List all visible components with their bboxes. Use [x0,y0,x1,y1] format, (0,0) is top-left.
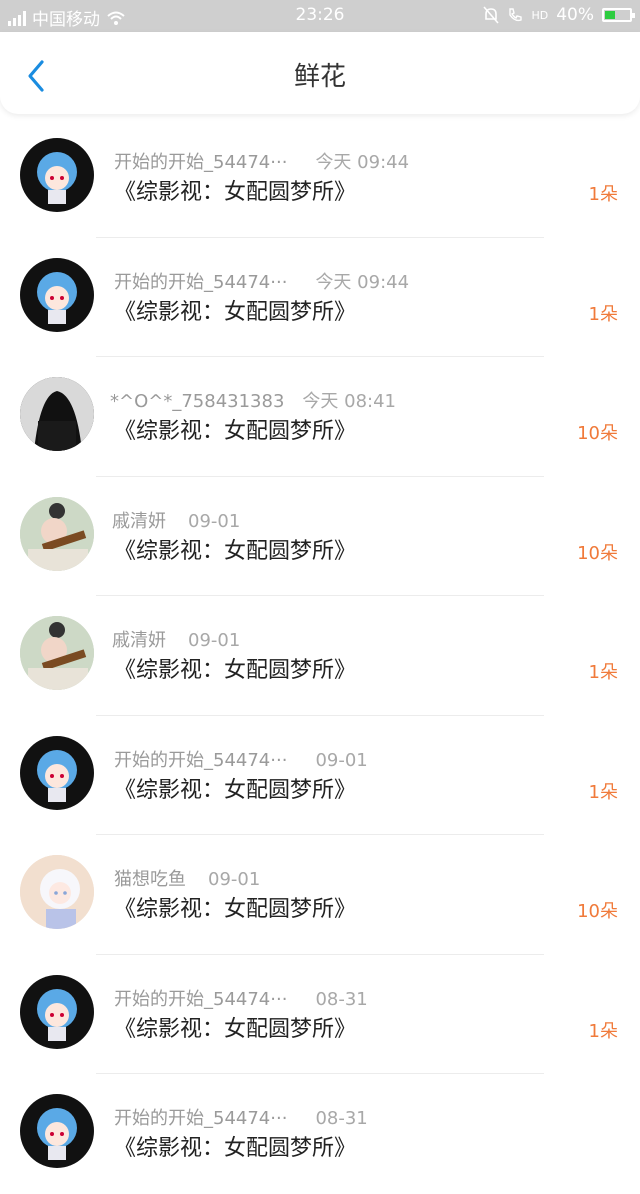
anime-girl-avatar[interactable] [20,138,94,212]
sent-date: 今天 09:44 [315,152,410,173]
flower-count: 1朵 [588,1020,618,1042]
book-title: 《综影视：女配圆梦所》 [114,538,357,564]
battery-label: 40% [556,5,594,25]
anime-girl-avatar[interactable] [20,1094,94,1168]
sent-date: 今天 08:41 [302,391,397,412]
book-title: 《综影视：女配圆梦所》 [114,897,357,922]
book-title: 《综影视：女配圆梦所》 [114,1016,357,1042]
flower-count: 10朵 [577,542,618,564]
flower-list: 开始的开始_54474··· 今天 09:44 《综影视：女配圆梦所》 1朵 开始… [0,118,640,1194]
book-title: 《综影视：女配圆梦所》 [114,658,357,683]
sender-name: 开始的开始_54474··· 今天 09:44 [114,152,410,173]
book-title: 《综影视：女配圆梦所》 [114,180,357,205]
sender-name: 开始的开始_54474··· 今天 09:44 [114,271,410,293]
list-item[interactable]: 戚清妍 09-01 《综影视：女配圆梦所》 1朵 [0,596,640,716]
sent-date: 09-01 [188,630,241,651]
sent-date: 09-01 [188,510,241,532]
sender-name: 开始的开始_54474··· 09-01 [114,749,368,771]
violin-girl-avatar[interactable] [20,616,94,690]
sent-date: 08-31 [315,988,368,1010]
list-item[interactable]: 猫想吃鱼 09-01 《综影视：女配圆梦所》 10朵 [0,835,640,955]
dark-haired-girl-avatar[interactable] [20,377,94,451]
violin-girl-avatar[interactable] [20,496,94,571]
book-title: 《综影视：女配圆梦所》 [114,299,357,325]
phone-icon [509,8,523,22]
book-title: 《综影视：女配圆梦所》 [114,419,357,444]
anime-girl-avatar[interactable] [20,735,94,810]
flower-count: 1朵 [588,781,618,803]
list-item[interactable]: 开始的开始_54474··· 今天 09:44 《综影视：女配圆梦所》 1朵 [0,118,640,238]
bell-muted-icon [483,6,500,24]
sender-name: 开始的开始_54474··· 08-31 [114,988,368,1010]
sent-date: 09-01 [315,749,368,771]
status-bar: 中国移动 23:26 HD 40% [0,0,640,32]
list-item[interactable]: 戚清妍 09-01 《综影视：女配圆梦所》 10朵 [0,477,640,596]
sent-date: 08-31 [315,1108,368,1129]
anime-girl-avatar[interactable] [20,257,94,332]
sender-name: 戚清妍 09-01 [112,630,241,651]
list-item[interactable]: 开始的开始_54474··· 09-01 《综影视：女配圆梦所》 1朵 [0,716,640,835]
flower-count: 1朵 [588,184,618,205]
anime-girl-avatar[interactable] [20,974,94,1049]
flower-count: 1朵 [588,303,618,325]
sender-name: 开始的开始_54474··· 08-31 [114,1108,368,1129]
list-item[interactable]: *^O^*_758431383 今天 08:41 《综影视：女配圆梦所》 10朵 [0,357,640,477]
status-right: HD 40% [483,5,635,25]
cat-girl-avatar[interactable] [20,855,94,929]
sender-name: *^O^*_758431383 今天 08:41 [110,391,397,412]
list-item[interactable]: 开始的开始_54474··· 今天 09:44 《综影视：女配圆梦所》 1朵 [0,238,640,357]
battery-icon [602,8,635,22]
book-title: 《综影视：女配圆梦所》 [114,777,357,803]
list-item[interactable]: 开始的开始_54474··· 08-31 《综影视：女配圆梦所》 [0,1074,640,1194]
sent-date: 今天 09:44 [315,271,410,293]
sender-name: 猫想吃鱼 09-01 [114,869,261,890]
nav-bar: 鲜花 [0,32,640,114]
hd-label: HD [531,8,549,22]
list-item[interactable]: 开始的开始_54474··· 08-31 《综影视：女配圆梦所》 1朵 [0,955,640,1074]
page-title: 鲜花 [293,62,346,92]
flower-count: 10朵 [577,901,618,922]
sent-date: 09-01 [208,869,261,890]
sender-name: 戚清妍 09-01 [112,510,241,532]
book-title: 《综影视：女配圆梦所》 [114,1136,357,1161]
flower-count: 10朵 [577,423,618,444]
flower-count: 1朵 [588,662,618,683]
